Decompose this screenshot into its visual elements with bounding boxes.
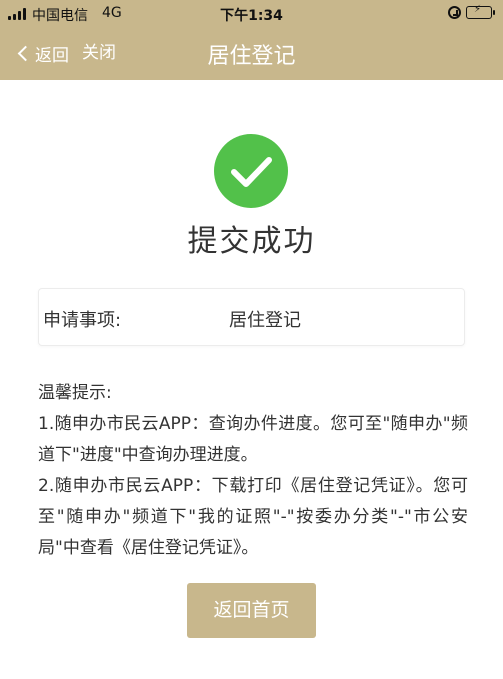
- success-title: 提交成功: [187, 224, 316, 259]
- page-title: 居住登记: [207, 44, 296, 69]
- application-item-card: 申请事项: 居住登记: [38, 288, 465, 346]
- tip-item: 1.随申办市民云APP：查询办件进度。您可至"随申办"频道下"进度"中查询办理进…: [38, 414, 468, 465]
- tips-heading: 温馨提示:: [38, 383, 112, 403]
- orientation-lock-icon: [448, 6, 461, 19]
- navigation-bar: 返回 关闭 居住登记: [0, 28, 503, 80]
- status-time: 下午1:34: [220, 8, 283, 24]
- status-bar: 中国电信 4G 下午1:34: [0, 0, 503, 28]
- tips-section: 温馨提示: 1.随申办市民云APP：查询办件进度。您可至"随申办"频道下"进度"…: [38, 378, 468, 564]
- tip-item: 2.随申办市民云APP：下载打印《居住登记凭证》。您可至"随申办"频道下"我的证…: [38, 476, 468, 558]
- top-bar: 中国电信 4G 下午1:34 返回 关闭 居住登记: [0, 0, 503, 80]
- battery-charging-icon: [466, 6, 495, 19]
- application-item-label: 申请事项:: [43, 310, 122, 331]
- return-home-button[interactable]: 返回首页: [187, 583, 316, 638]
- application-item-value: 居住登记: [229, 310, 301, 331]
- checkmark-circle-icon: [214, 134, 288, 208]
